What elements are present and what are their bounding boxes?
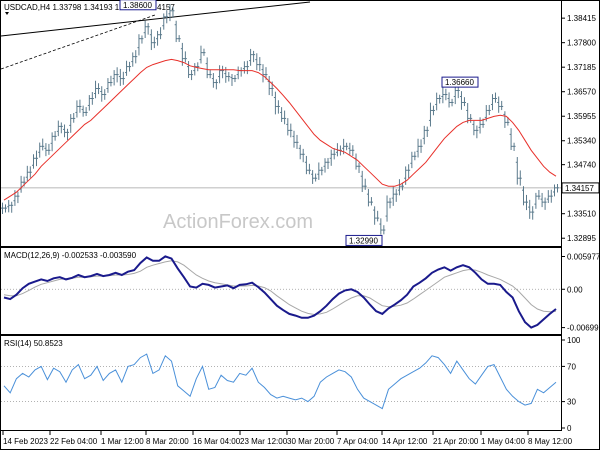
- time-tick-label: 14 Apr 12:00: [382, 437, 428, 446]
- macd-header: MACD(12,26,9) -0.002533 -0.003590: [4, 251, 137, 260]
- current-price-label: 1.34157: [565, 184, 594, 193]
- time-tick-label: 8 May 12:00: [528, 437, 573, 446]
- macd-tick-label: 0.005977: [567, 253, 600, 262]
- watermark: ActionForex.com: [163, 211, 313, 233]
- price-annotation-label: 1.36660: [445, 78, 474, 87]
- price-tick-label: 1.33510: [567, 210, 596, 219]
- rsi-header: RSI(14) 50.8523: [4, 339, 63, 348]
- time-tick-label: 8 Mar 20:00: [146, 437, 189, 446]
- rsi-tick-label: 30: [567, 398, 576, 407]
- time-tick-label: 16 Mar 04:00: [193, 437, 241, 446]
- rsi-tick-label: 0: [567, 424, 572, 433]
- time-tick-label: 14 Feb 2023: [3, 437, 48, 446]
- time-tick-label: 22 Feb 04:00: [50, 437, 98, 446]
- price-tick-label: 1.34740: [567, 161, 596, 170]
- price-tick-label: 1.35955: [567, 112, 596, 121]
- price-annotation-label: 1.38600: [123, 1, 152, 10]
- macd-tick-label: -0.006998: [567, 324, 600, 333]
- time-tick-label: 7 Apr 04:00: [337, 437, 378, 446]
- rsi-tick-label: 70: [567, 362, 576, 371]
- price-tick-label: 1.36570: [567, 88, 596, 97]
- time-tick-label: 30 Mar 20:00: [287, 437, 335, 446]
- price-tick-label: 1.32895: [567, 234, 596, 243]
- price-tick-label: 1.37800: [567, 39, 596, 48]
- macd-tick-label: 0.00: [567, 285, 583, 294]
- price-tick-label: 1.37185: [567, 63, 596, 72]
- chart-canvas: USDCAD,H4 1.33798 1.34193 1.33744 1.3415…: [0, 0, 600, 450]
- price-tick-label: 1.35340: [567, 137, 596, 146]
- time-tick-label: 1 Mar 12:00: [101, 437, 144, 446]
- time-tick-label: 23 Mar 12:00: [240, 437, 288, 446]
- time-tick-label: 1 May 04:00: [481, 437, 526, 446]
- chart-window: USDCAD,H4 1.33798 1.34193 1.33744 1.3415…: [0, 0, 600, 450]
- rsi-tick-label: 100: [567, 336, 581, 345]
- price-tick-label: 1.38415: [567, 14, 596, 23]
- price-annotation-label: 1.32990: [349, 236, 378, 245]
- time-tick-label: 21 Apr 20:00: [433, 437, 479, 446]
